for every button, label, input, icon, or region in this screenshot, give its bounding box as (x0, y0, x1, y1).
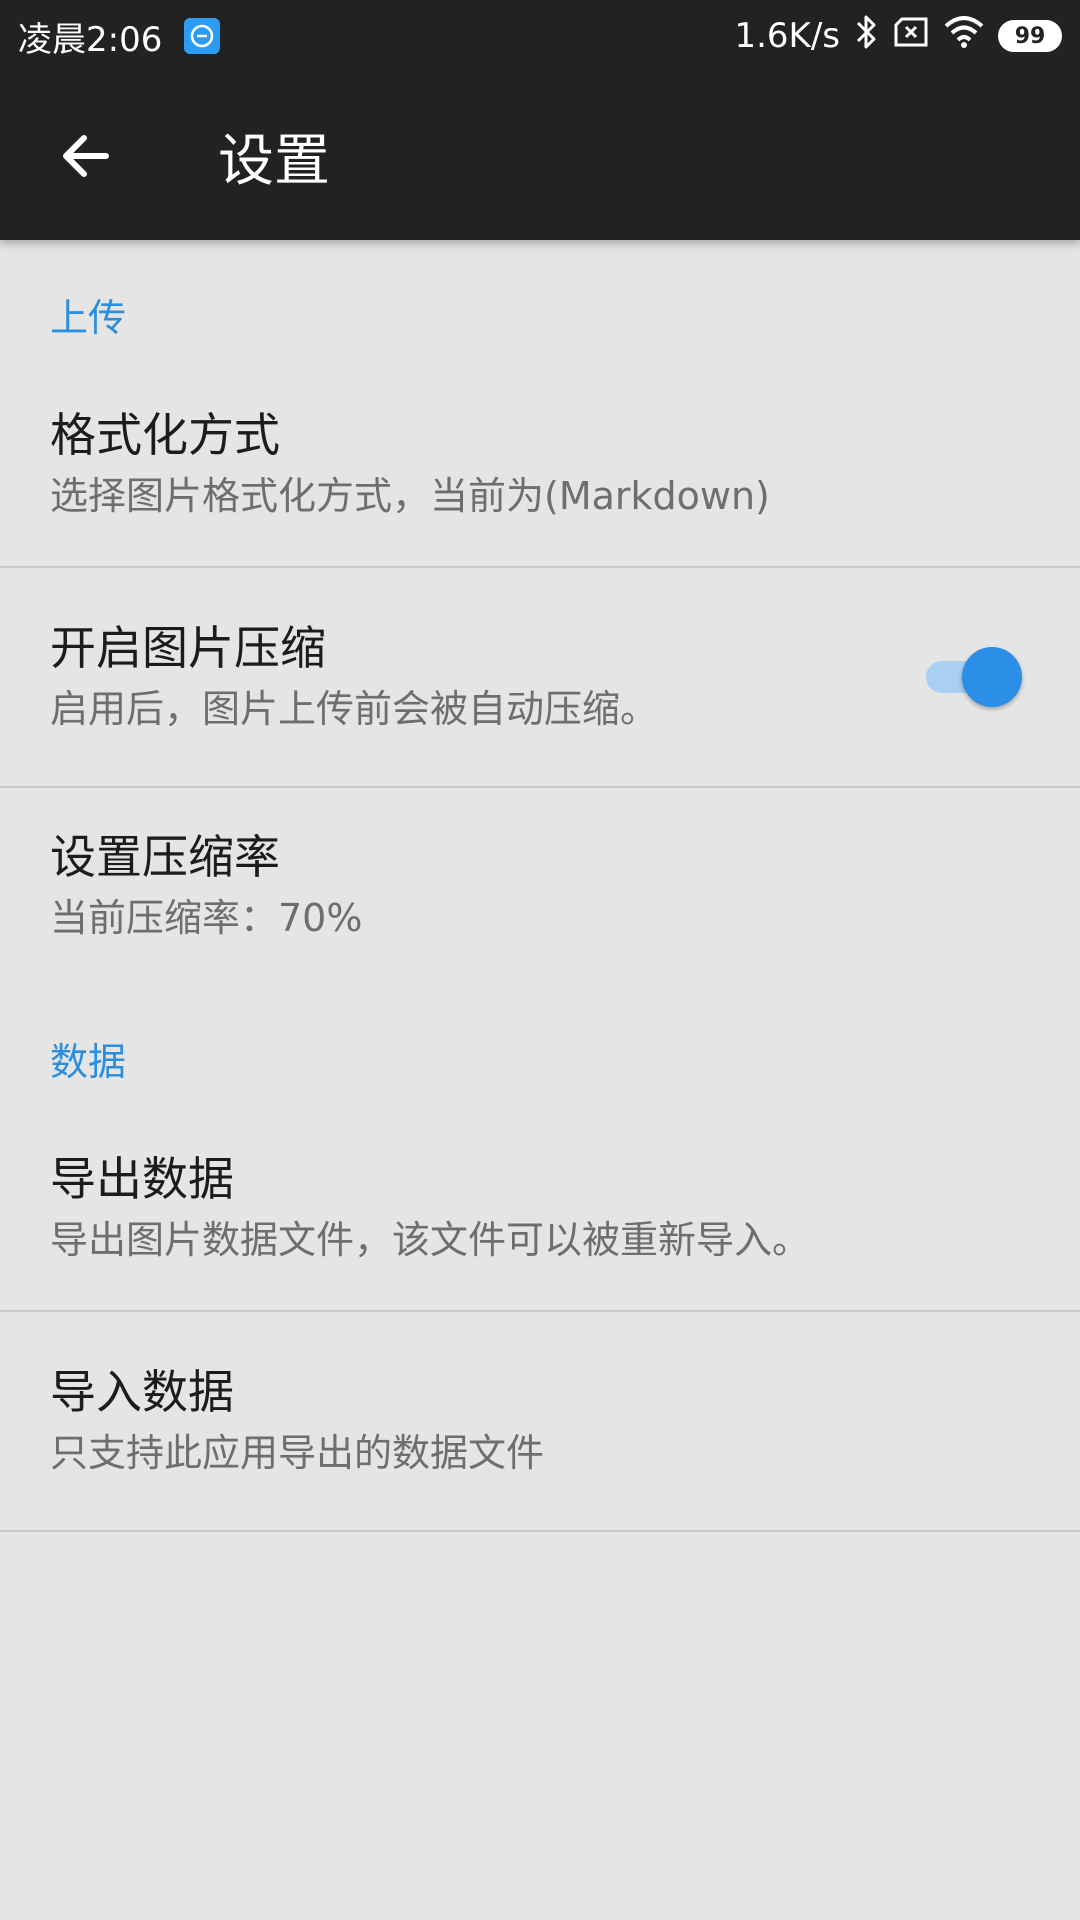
status-right: 1.6K/s 99 (734, 13, 1062, 60)
pref-compress[interactable]: 开启图片压缩 启用后，图片上传前会被自动压缩。 (0, 568, 1080, 788)
status-time: 凌晨2:06 (18, 19, 163, 60)
pref-ratio-summary: 当前压缩率：70% (50, 896, 363, 940)
pref-ratio[interactable]: 设置压缩率 当前压缩率：70% (0, 788, 1080, 984)
network-speed: 1.6K/s (734, 16, 840, 56)
pref-export-summary: 导出图片数据文件，该文件可以被重新导入。 (50, 1218, 811, 1262)
compress-toggle[interactable] (926, 647, 1022, 707)
pref-export[interactable]: 导出数据 导出图片数据文件，该文件可以被重新导入。 (0, 1106, 1080, 1312)
settings-list: 上传 格式化方式 选择图片格式化方式，当前为(Markdown) 开启图片压缩 … (0, 240, 1080, 1532)
pref-format-title: 格式化方式 (50, 408, 280, 462)
section-header-data: 数据 (50, 1040, 127, 1084)
page-title: 设置 (218, 128, 330, 194)
section-header-upload: 上传 (50, 296, 127, 340)
bluetooth-icon (854, 13, 880, 60)
pref-import-title: 导入数据 (50, 1365, 234, 1419)
toggle-thumb (962, 647, 1022, 707)
pref-format[interactable]: 格式化方式 选择图片格式化方式，当前为(Markdown) (0, 362, 1080, 568)
pref-import-summary: 只支持此应用导出的数据文件 (50, 1431, 545, 1475)
app-bar: 设置 (0, 72, 1080, 240)
app-notification-icon (184, 18, 221, 54)
pref-format-summary: 选择图片格式化方式，当前为(Markdown) (50, 474, 770, 518)
status-left: 凌晨2:06 (18, 12, 221, 61)
pref-export-title: 导出数据 (50, 1152, 234, 1206)
sim-icon (894, 16, 930, 56)
wifi-icon (944, 15, 984, 57)
battery-icon: 99 (998, 20, 1062, 52)
status-bar: 凌晨2:06 1.6K/s 99 (0, 0, 1080, 72)
back-button[interactable] (24, 96, 144, 216)
pref-import[interactable]: 导入数据 只支持此应用导出的数据文件 (0, 1312, 1080, 1532)
arrow-left-icon (63, 135, 109, 177)
battery-level: 99 (1014, 23, 1046, 49)
pref-ratio-title: 设置压缩率 (50, 830, 280, 884)
